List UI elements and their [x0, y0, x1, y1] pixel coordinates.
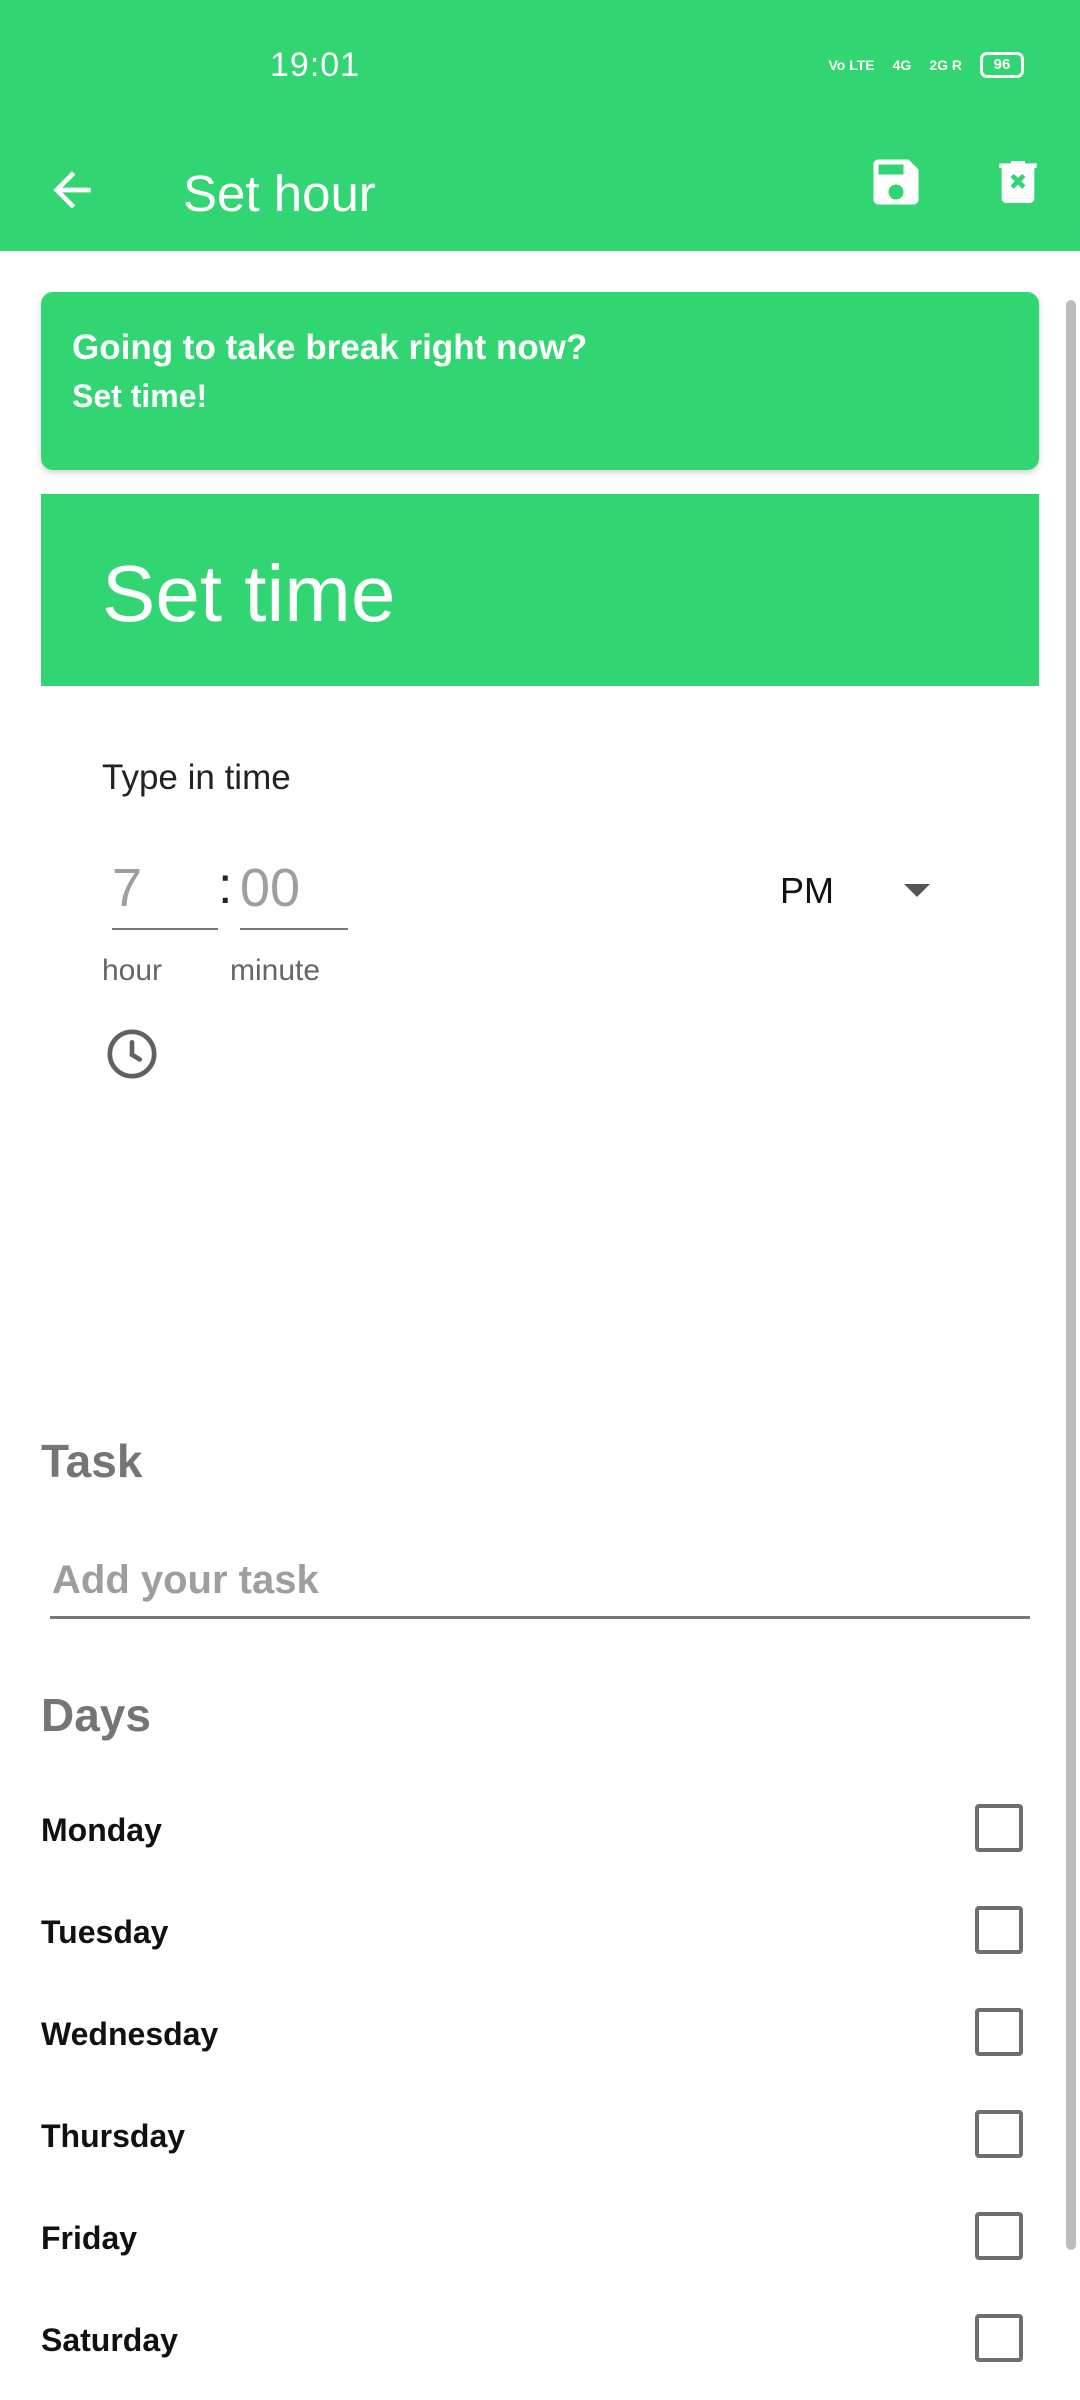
dropdown-arrow-icon[interactable] — [904, 884, 930, 897]
day-label: Tuesday — [41, 1914, 169, 1950]
day-row-monday[interactable]: Monday — [41, 1790, 1031, 1870]
day-checkbox[interactable] — [975, 2212, 1023, 2260]
task-input[interactable]: Add your task — [50, 1548, 1030, 1619]
day-label: Friday — [41, 2220, 138, 2256]
days-title: Days — [41, 1689, 151, 1741]
volte-icon: Vo LTE — [828, 57, 875, 73]
day-label: Thursday — [41, 2118, 186, 2154]
day-row-thursday[interactable]: Thursday — [41, 2096, 1031, 2176]
hour-value: 7 — [112, 858, 143, 918]
day-label: Wednesday — [41, 2016, 219, 2052]
minute-input[interactable]: 00 — [240, 856, 348, 930]
scrollbar[interactable] — [1066, 300, 1076, 2250]
task-title: Task — [41, 1435, 143, 1487]
signal-4g-icon: 4G — [892, 57, 912, 73]
day-checkbox[interactable] — [975, 2110, 1023, 2158]
app-bar: Set hour — [0, 136, 1080, 251]
day-checkbox[interactable] — [975, 2314, 1023, 2362]
page-title: Set hour — [183, 165, 376, 222]
day-row-tuesday[interactable]: Tuesday — [41, 1892, 1031, 1972]
status-time: 19:01 — [270, 46, 361, 84]
day-label: Monday — [41, 1812, 162, 1848]
status-bar: 19:01 Vo LTE 4G 2G R 96 — [0, 0, 1080, 136]
task-placeholder: Add your task — [52, 1558, 319, 1602]
set-time-title: Set time — [102, 549, 396, 638]
day-row-saturday[interactable]: Saturday — [41, 2300, 1031, 2380]
day-checkbox[interactable] — [975, 1804, 1023, 1852]
banner-line1: Going to take break right now? — [72, 328, 588, 367]
type-in-label: Type in time — [102, 758, 291, 797]
time-separator: : — [218, 857, 233, 915]
arrow-back-icon[interactable] — [44, 162, 100, 218]
info-banner: Going to take break right now? Set time! — [41, 292, 1039, 470]
day-checkbox[interactable] — [975, 1906, 1023, 1954]
minute-label: minute — [230, 954, 321, 987]
day-label: Saturday — [41, 2322, 178, 2358]
day-row-wednesday[interactable]: Wednesday — [41, 1994, 1031, 2074]
banner-line2: Set time! — [72, 378, 208, 414]
day-checkbox[interactable] — [975, 2008, 1023, 2056]
delete-icon[interactable] — [990, 152, 1046, 212]
hour-input[interactable]: 7 — [112, 856, 218, 930]
hour-label: hour — [102, 954, 163, 987]
battery-icon: 96 — [980, 52, 1024, 78]
ampm-select[interactable]: PM — [780, 870, 834, 912]
minute-value: 00 — [240, 858, 301, 918]
set-time-header: Set time — [41, 494, 1039, 686]
status-icons: Vo LTE 4G 2G R 96 — [828, 52, 1024, 78]
signal-2g-icon: 2G R — [929, 57, 962, 73]
day-row-friday[interactable]: Friday — [41, 2198, 1031, 2278]
clock-icon[interactable] — [104, 1026, 160, 1082]
save-icon[interactable] — [866, 152, 926, 212]
